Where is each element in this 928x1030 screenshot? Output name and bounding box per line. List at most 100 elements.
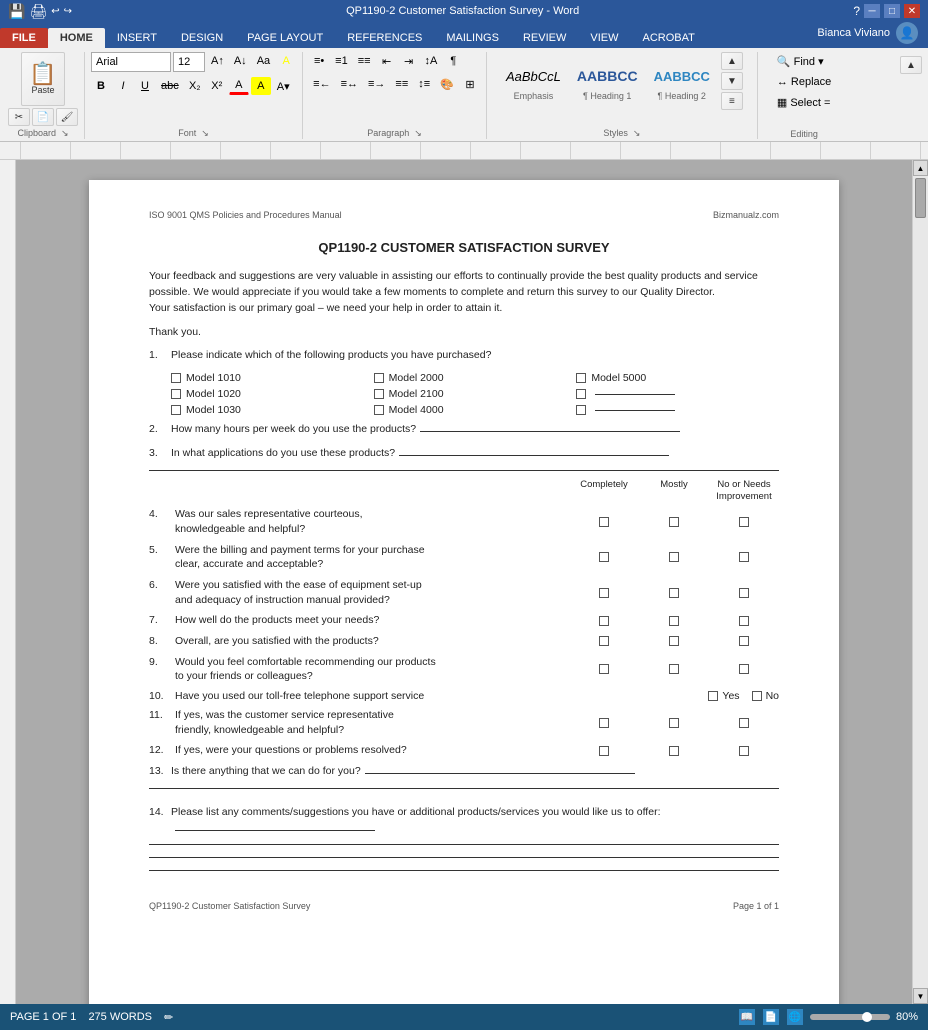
- q10-yes-checkbox[interactable]: [708, 691, 718, 701]
- model-4000-checkbox[interactable]: [374, 405, 384, 415]
- tab-page-layout[interactable]: PAGE LAYOUT: [235, 28, 335, 48]
- align-right-button[interactable]: ≡→: [364, 75, 389, 93]
- q8-mostly[interactable]: [639, 636, 709, 646]
- clear-format-button[interactable]: Aa: [253, 52, 274, 70]
- find-button[interactable]: 🔍 Find ▾: [772, 52, 836, 71]
- borders-button[interactable]: ⊞: [460, 75, 480, 93]
- q8-needs[interactable]: [709, 636, 779, 646]
- scroll-down-button[interactable]: ▼: [913, 988, 928, 1004]
- bold-button[interactable]: B: [91, 77, 111, 95]
- q11-mostly[interactable]: [639, 718, 709, 728]
- q9-mostly[interactable]: [639, 664, 709, 674]
- justify-button[interactable]: ≡≡: [391, 75, 412, 93]
- close-button[interactable]: ✕: [904, 4, 920, 18]
- q7-needs[interactable]: [709, 616, 779, 626]
- tab-view[interactable]: VIEW: [578, 28, 630, 48]
- text-highlight-button[interactable]: A: [251, 77, 271, 95]
- scroll-up-button[interactable]: ▲: [913, 160, 928, 176]
- copy-button[interactable]: 📄: [32, 108, 54, 126]
- q5-completely[interactable]: [569, 552, 639, 562]
- shrink-font-button[interactable]: A↓: [230, 52, 251, 70]
- q7-mostly[interactable]: [639, 616, 709, 626]
- collapse-ribbon-button[interactable]: ▲: [900, 56, 922, 74]
- show-formatting-button[interactable]: ¶: [443, 52, 463, 70]
- q12-mostly[interactable]: [639, 746, 709, 756]
- tab-acrobat[interactable]: ACROBAT: [630, 28, 706, 48]
- q4-needs[interactable]: [709, 517, 779, 527]
- sort-button[interactable]: ↕A: [421, 52, 442, 70]
- q9-needs[interactable]: [709, 664, 779, 674]
- view-web-button[interactable]: 🌐: [786, 1008, 804, 1026]
- model-5000-checkbox[interactable]: [576, 373, 586, 383]
- bullets-button[interactable]: ≡•: [309, 52, 329, 70]
- italic-button[interactable]: I: [113, 77, 133, 95]
- tab-references[interactable]: REFERENCES: [335, 28, 434, 48]
- maximize-button[interactable]: □: [884, 4, 900, 18]
- subscript-button[interactable]: X₂: [185, 77, 205, 95]
- multilevel-button[interactable]: ≡≡: [354, 52, 375, 70]
- font-color2-button[interactable]: A▾: [273, 77, 294, 95]
- font-color-button[interactable]: A: [229, 77, 249, 95]
- q9-completely[interactable]: [569, 664, 639, 674]
- view-read-button[interactable]: 📖: [738, 1008, 756, 1026]
- paste-button[interactable]: 📋 Paste: [21, 52, 65, 106]
- model-blank1-checkbox[interactable]: [576, 389, 586, 399]
- line-spacing-button[interactable]: ↕≡: [414, 75, 434, 93]
- align-center-button[interactable]: ≡↔: [337, 75, 362, 93]
- tab-mailings[interactable]: MAILINGS: [434, 28, 511, 48]
- q7-completely[interactable]: [569, 616, 639, 626]
- shading-button[interactable]: 🎨: [436, 75, 458, 93]
- model-1010-checkbox[interactable]: [171, 373, 181, 383]
- format-painter-button[interactable]: 🖌: [56, 108, 78, 126]
- align-left-button[interactable]: ≡←: [309, 75, 334, 93]
- model-2000-checkbox[interactable]: [374, 373, 384, 383]
- model-1020-checkbox[interactable]: [171, 389, 181, 399]
- q5-needs[interactable]: [709, 552, 779, 562]
- q11-needs[interactable]: [709, 718, 779, 728]
- q4-completely[interactable]: [569, 517, 639, 527]
- font-name-box[interactable]: Arial: [91, 52, 171, 72]
- styles-more-button[interactable]: ≡: [721, 92, 743, 110]
- replace-button[interactable]: ↔ Replace: [772, 73, 836, 91]
- tab-home[interactable]: HOME: [48, 28, 105, 48]
- decrease-indent-button[interactable]: ⇤: [377, 52, 397, 70]
- q12-needs[interactable]: [709, 746, 779, 756]
- numbering-button[interactable]: ≡1: [331, 52, 352, 70]
- q6-mostly[interactable]: [639, 588, 709, 598]
- grow-font-button[interactable]: A↑: [207, 52, 228, 70]
- tab-insert[interactable]: INSERT: [105, 28, 169, 48]
- increase-indent-button[interactable]: ⇥: [399, 52, 419, 70]
- tab-design[interactable]: DESIGN: [169, 28, 235, 48]
- model-2100-checkbox[interactable]: [374, 389, 384, 399]
- q12-completely[interactable]: [569, 746, 639, 756]
- cut-button[interactable]: ✂: [8, 108, 30, 126]
- select-button[interactable]: ▦ Select =: [772, 93, 836, 112]
- edit-mode-icon[interactable]: ✏: [164, 1011, 173, 1024]
- tab-file[interactable]: FILE: [0, 28, 48, 48]
- q10-yes[interactable]: Yes: [708, 690, 739, 702]
- scroll-thumb[interactable]: [915, 178, 926, 218]
- zoom-slider[interactable]: [810, 1014, 890, 1020]
- styles-up-button[interactable]: ▲: [721, 52, 743, 70]
- view-print-button[interactable]: 📄: [762, 1008, 780, 1026]
- q5-mostly[interactable]: [639, 552, 709, 562]
- highlight-button[interactable]: A: [276, 52, 296, 70]
- tab-review[interactable]: REVIEW: [511, 28, 578, 48]
- q8-completely[interactable]: [569, 636, 639, 646]
- q6-completely[interactable]: [569, 588, 639, 598]
- styles-down-button[interactable]: ▼: [721, 72, 743, 90]
- style-emphasis[interactable]: AaBbCcL Emphasis: [501, 58, 566, 104]
- q4-mostly[interactable]: [639, 517, 709, 527]
- superscript-button[interactable]: X²: [207, 77, 227, 95]
- underline-button[interactable]: U: [135, 77, 155, 95]
- model-1030-checkbox[interactable]: [171, 405, 181, 415]
- q11-completely[interactable]: [569, 718, 639, 728]
- right-scrollbar[interactable]: ▲ ▼: [912, 160, 928, 1004]
- strikethrough-button[interactable]: abc: [157, 77, 183, 95]
- font-size-box[interactable]: 12: [173, 52, 205, 72]
- minimize-button[interactable]: ─: [864, 4, 880, 18]
- q6-needs[interactable]: [709, 588, 779, 598]
- style-heading2[interactable]: AABBCC ¶ Heading 2: [649, 58, 715, 104]
- model-blank2-checkbox[interactable]: [576, 405, 586, 415]
- help-icon[interactable]: ?: [853, 4, 860, 18]
